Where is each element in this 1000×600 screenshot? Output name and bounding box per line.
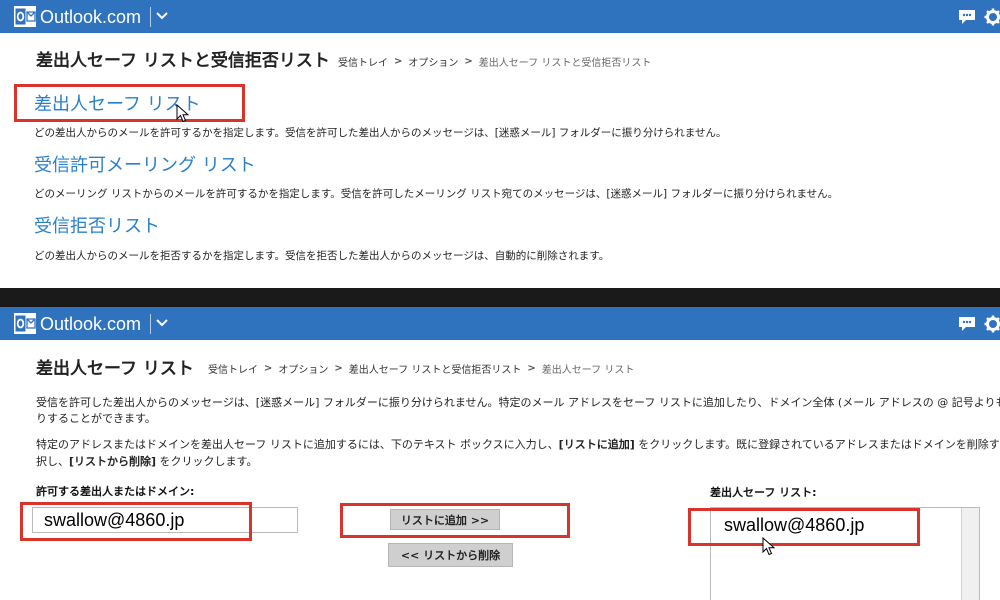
chevron-down-icon[interactable]	[155, 8, 169, 24]
chevron-down-icon[interactable]	[155, 315, 169, 331]
allowed-sender-label: 許可する差出人またはドメイン:	[36, 485, 195, 498]
breadcrumb-separator: >	[394, 56, 403, 67]
header-bar: Outlook.com	[0, 307, 1000, 340]
breadcrumb-inbox[interactable]: 受信トレイ	[338, 54, 388, 69]
intro-line-1: 受信を許可した差出人からのメッセージは、[迷惑メール] フォルダーに振り分けられ…	[36, 396, 1000, 409]
page-title: 差出人セーフ リストと受信拒否リスト	[36, 51, 330, 71]
listbox-scrollbar[interactable]	[961, 508, 979, 600]
chat-icon[interactable]	[958, 9, 976, 25]
highlight-box	[340, 503, 570, 538]
breadcrumb-separator: >	[334, 363, 343, 374]
blocked-senders-link[interactable]: 受信拒否リスト	[34, 212, 160, 238]
gear-icon[interactable]	[984, 315, 1000, 333]
bottom-panel: Outlook.com 差出人セーフ リスト 受信トレイ > オプション > 差…	[0, 307, 1000, 600]
breadcrumb-options[interactable]: オプション	[278, 361, 328, 376]
highlight-box	[688, 508, 920, 546]
intro-line-2: りすることができます。	[36, 412, 156, 425]
highlight-box	[20, 502, 252, 541]
top-panel: Outlook.com 差出人セーフ リストと受信拒否リスト 受信トレイ > オ…	[0, 0, 1000, 288]
breadcrumb-separator: >	[527, 363, 536, 374]
header-bar: Outlook.com	[0, 0, 1000, 33]
mouse-cursor-icon	[176, 104, 190, 123]
brand-name[interactable]: Outlook.com	[40, 6, 141, 28]
chat-icon[interactable]	[958, 316, 976, 332]
breadcrumb-separator: >	[464, 56, 473, 67]
brand-name[interactable]: Outlook.com	[40, 313, 141, 335]
safe-senders-description: どの差出人からのメールを許可するかを指定します。受信を許可した差出人からのメッセ…	[34, 127, 727, 139]
gear-icon[interactable]	[984, 8, 1000, 26]
breadcrumb-current: 差出人セーフ リストと受信拒否リスト	[478, 58, 652, 69]
breadcrumb-current: 差出人セーフ リスト	[541, 365, 635, 376]
outlook-logo-icon	[14, 313, 36, 334]
breadcrumb-options[interactable]: オプション	[408, 54, 458, 69]
breadcrumb-safe-and-blocked[interactable]: 差出人セーフ リストと受信拒否リスト	[349, 361, 522, 376]
breadcrumb: 受信トレイ > オプション > 差出人セーフ リストと受信拒否リスト > 差出人…	[208, 361, 634, 376]
page-title: 差出人セーフ リスト	[36, 359, 194, 379]
outlook-logo-icon	[14, 6, 36, 27]
breadcrumb: 受信トレイ > オプション > 差出人セーフ リストと受信拒否リスト	[338, 54, 651, 69]
breadcrumb-separator: >	[264, 363, 273, 374]
header-divider	[150, 314, 151, 334]
remove-from-list-button[interactable]: << リストから削除	[388, 543, 513, 567]
highlight-box	[14, 84, 245, 122]
instruction-line-1: 特定のアドレスまたはドメインを差出人セーフ リストに追加するには、下のテキスト …	[36, 438, 1000, 451]
mouse-cursor-icon	[762, 537, 776, 556]
header-divider	[150, 7, 151, 27]
safe-mailing-lists-link[interactable]: 受信許可メーリング リスト	[34, 151, 256, 177]
blocked-senders-description: どの差出人からのメールを拒否するかを指定します。受信を拒否した差出人からのメッセ…	[34, 250, 610, 262]
safe-senders-list-label: 差出人セーフ リスト:	[710, 486, 817, 499]
breadcrumb-inbox[interactable]: 受信トレイ	[208, 361, 258, 376]
instruction-line-2: 択し、[リストから削除] をクリックします。	[36, 455, 258, 468]
safe-mailing-lists-description: どのメーリング リストからのメールを許可するかを指定します。受信を許可したメーリ…	[34, 188, 839, 200]
